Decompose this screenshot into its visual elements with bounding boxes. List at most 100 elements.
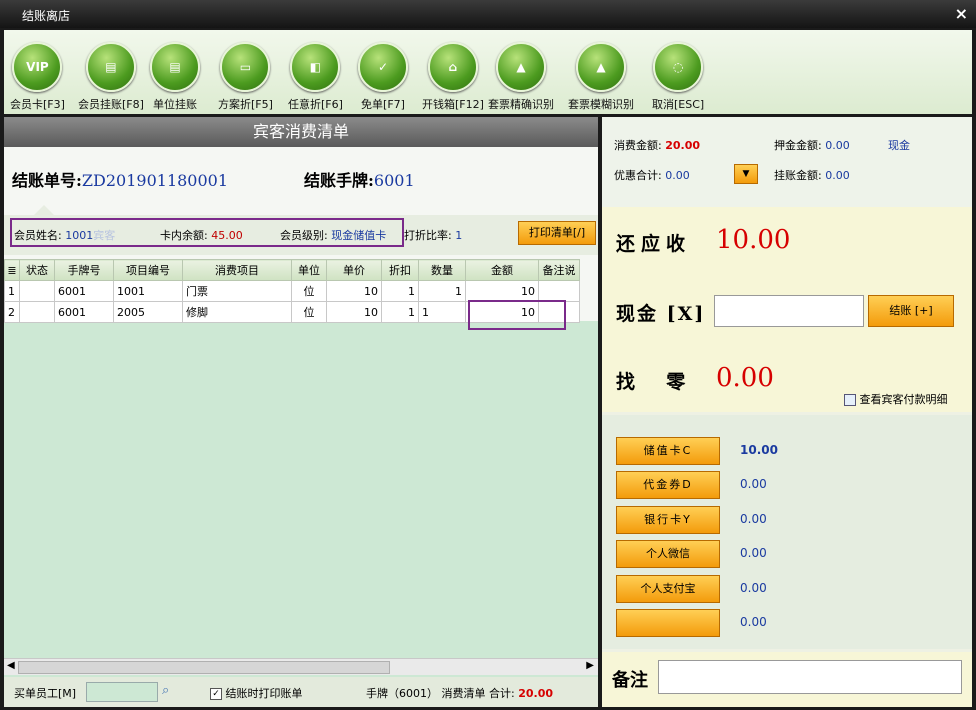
alipay-button[interactable]: 个人支付宝 bbox=[616, 575, 720, 603]
plan-discount-button[interactable]: ▭ 方案折[F5] bbox=[218, 42, 273, 112]
scroll-right-icon[interactable]: ▶ bbox=[586, 660, 594, 671]
col-price[interactable]: 单价 bbox=[326, 259, 382, 281]
member-name: 会员姓名: 1001宾客 bbox=[14, 227, 115, 243]
cell-index: 2 bbox=[4, 301, 20, 323]
edit-highlight-box bbox=[468, 300, 566, 330]
cell-qty[interactable]: 1 bbox=[418, 280, 466, 302]
bill-number-value: ZD201901180001 bbox=[81, 171, 229, 190]
toolbar-label: 套票模糊识别 bbox=[568, 98, 634, 111]
remark-label: 备注 bbox=[612, 670, 648, 691]
member-card-button[interactable]: VIP 会员卡[F3] bbox=[10, 42, 65, 112]
print-on-checkout-checkbox[interactable]: ✓ 结账时打印账单 bbox=[210, 685, 303, 701]
cell-remark bbox=[538, 280, 580, 302]
blank-method-button[interactable] bbox=[616, 609, 720, 637]
bank-card-value: 0.00 bbox=[740, 512, 767, 526]
bank-card-button[interactable]: 银行卡Y bbox=[616, 506, 720, 534]
free-order-button[interactable]: ✓ 免单[F7] bbox=[358, 42, 408, 112]
open-cashbox-button[interactable]: ⌂ 开钱箱[F12] bbox=[422, 42, 484, 112]
cell-plate: 6001 bbox=[54, 301, 114, 323]
ticket-fuzzy-button[interactable]: ▲ 套票模糊识别 bbox=[568, 42, 634, 112]
col-status[interactable]: 状态 bbox=[19, 259, 55, 281]
voucher-button[interactable]: 代金券D bbox=[616, 471, 720, 499]
dropdown-arrow-icon[interactable]: ▼ bbox=[734, 164, 758, 184]
checkbox-unchecked[interactable] bbox=[844, 394, 856, 406]
col-plate[interactable]: 手牌号 bbox=[54, 259, 114, 281]
employee-input[interactable] bbox=[86, 682, 158, 702]
hang-value: 0.00 bbox=[825, 169, 850, 182]
vip-icon: VIP bbox=[12, 42, 63, 92]
check-clipboard-icon: ✓ bbox=[358, 42, 408, 92]
toolbar-label: 方案折[F5] bbox=[218, 98, 273, 111]
wechat-button[interactable]: 个人微信 bbox=[616, 540, 720, 568]
member-hang-button[interactable]: ▤ 会员挂账[F8] bbox=[78, 42, 144, 112]
print-list-button[interactable]: 打印清单[/] bbox=[518, 221, 596, 245]
col-amount[interactable]: 金额 bbox=[465, 259, 539, 281]
hang-amount: 挂账金额: 0.00 bbox=[774, 167, 850, 183]
search-icon[interactable]: ⌕ bbox=[162, 683, 169, 698]
total-summary-label: 手牌（6001） 消费清单 合计: bbox=[366, 687, 515, 700]
member-discount-label: 打折比率: bbox=[404, 229, 452, 242]
col-item-name[interactable]: 消费项目 bbox=[182, 259, 292, 281]
window: 结账离店 × VIP 会员卡[F3] ▤ 会员挂账[F8] ▤ 单位挂账 ▭ 方案折[F… bbox=[0, 0, 976, 710]
remark-area: 备注 bbox=[602, 652, 972, 707]
cell-unit: 位 bbox=[291, 301, 327, 323]
cell-qty[interactable]: 1 bbox=[418, 301, 466, 323]
company-hang-button[interactable]: ▤ 单位挂账 bbox=[150, 42, 200, 112]
toolbar-label: 免单[F7] bbox=[361, 98, 405, 111]
close-icon[interactable]: × bbox=[955, 4, 968, 23]
checkout-button[interactable]: 结账 [+] bbox=[868, 295, 954, 327]
toolbar-label: 单位挂账 bbox=[153, 98, 197, 111]
spinner-icon: ◌ bbox=[653, 42, 704, 92]
scrollbar-thumb[interactable] bbox=[18, 661, 390, 674]
cell-item-name: 修脚 bbox=[182, 301, 292, 323]
scroll-left-icon[interactable]: ◀ bbox=[7, 660, 15, 671]
window-title: 结账离店 bbox=[22, 9, 71, 23]
col-item-code[interactable]: 项目编号 bbox=[113, 259, 183, 281]
table-header-row: ≣ 状态 手牌号 项目编号 消费项目 单位 单价 折扣 数量 金额 备注说 bbox=[4, 259, 580, 281]
amount-summary: 消费金额: 20.00 押金金额: 0.00 现金 优惠合计: 0.00 ▼ 挂… bbox=[602, 117, 972, 207]
stored-card-button[interactable]: 储值卡C bbox=[616, 437, 720, 465]
col-unit[interactable]: 单位 bbox=[291, 259, 327, 281]
payment-detail-checkbox[interactable]: 查看宾客付款明细 bbox=[844, 391, 948, 407]
consume-amount: 消费金额: 20.00 bbox=[614, 137, 700, 153]
consume-value: 20.00 bbox=[665, 139, 701, 152]
cash-label: 现金 [X] bbox=[616, 303, 706, 325]
col-discount[interactable]: 折扣 bbox=[381, 259, 419, 281]
toolbar-label: 取消[ESC] bbox=[652, 98, 705, 111]
wechat-value: 0.00 bbox=[740, 546, 767, 560]
checkbox-checked[interactable]: ✓ bbox=[210, 688, 222, 700]
col-qty[interactable]: 数量 bbox=[418, 259, 466, 281]
member-level: 会员级别: 现金储值卡 bbox=[280, 227, 386, 243]
cell-item-code: 1001 bbox=[113, 280, 183, 302]
member-level-label: 会员级别: bbox=[280, 229, 328, 242]
member-balance-value: 45.00 bbox=[211, 229, 243, 242]
payment-detail-label: 查看宾客付款明细 bbox=[859, 393, 948, 406]
cancel-button[interactable]: ◌ 取消[ESC] bbox=[652, 42, 704, 112]
horizontal-scrollbar[interactable]: ◀ ▶ bbox=[4, 658, 598, 675]
table-row[interactable]: 1 6001 1001 门票 位 10 1 1 10 bbox=[4, 280, 580, 302]
window-icon: ▭ bbox=[220, 42, 271, 92]
cell-status bbox=[19, 301, 55, 323]
cell-price: 10 bbox=[326, 280, 382, 302]
bill-number-label: 结账单号: bbox=[12, 171, 82, 190]
col-menu-icon[interactable]: ≣ bbox=[4, 259, 20, 281]
toolbar: VIP 会员卡[F3] ▤ 会员挂账[F8] ▤ 单位挂账 ▭ 方案折[F5] ◧ 任意折… bbox=[4, 30, 972, 114]
member-discount: 打折比率: 1 bbox=[404, 227, 462, 243]
any-discount-button[interactable]: ◧ 任意折[F6] bbox=[288, 42, 343, 112]
panel-title: 宾客消费清单 bbox=[4, 117, 598, 147]
cell-price: 10 bbox=[326, 301, 382, 323]
tag-icon: ◧ bbox=[290, 42, 341, 92]
toolbar-label: 会员卡[F3] bbox=[10, 98, 65, 111]
deposit-type: 现金 bbox=[888, 139, 910, 152]
cell-discount: 1 bbox=[381, 280, 419, 302]
cash-input[interactable] bbox=[714, 295, 864, 327]
member-balance-label: 卡内余额: bbox=[160, 229, 208, 242]
title-bar: 结账离店 × bbox=[0, 0, 976, 28]
alipay-value: 0.00 bbox=[740, 581, 767, 595]
col-remark[interactable]: 备注说 bbox=[538, 259, 580, 281]
member-level-value: 现金储值卡 bbox=[331, 229, 387, 242]
payment-panel: 消费金额: 20.00 押金金额: 0.00 现金 优惠合计: 0.00 ▼ 挂… bbox=[602, 117, 972, 707]
ticket-exact-button[interactable]: ▲ 套票精确识别 bbox=[488, 42, 554, 112]
checkout-area: 还应收 10.00 现金 [X] 结账 [+] 找 零 0.00 查看宾客付款明… bbox=[602, 207, 972, 412]
remark-input[interactable] bbox=[658, 660, 962, 694]
